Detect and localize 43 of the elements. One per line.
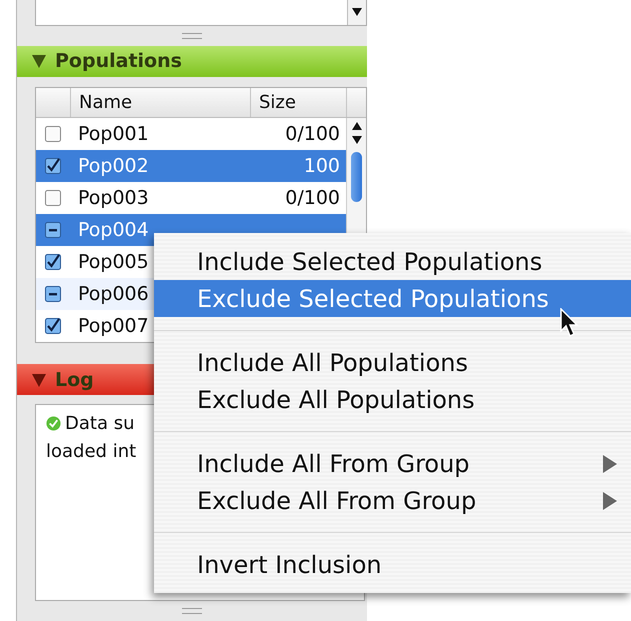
checkbox[interactable] bbox=[45, 318, 61, 334]
name-cell: Pop002 bbox=[78, 154, 149, 177]
menu-item[interactable]: Exclude All Populations bbox=[154, 381, 631, 418]
mouse-pointer-icon bbox=[560, 308, 580, 338]
scroll-down-button[interactable] bbox=[347, 0, 366, 25]
checkbox[interactable] bbox=[45, 254, 61, 270]
section-header[interactable]: Populations bbox=[17, 46, 367, 77]
log-message: loaded int bbox=[46, 440, 136, 462]
checkbox[interactable] bbox=[45, 126, 61, 142]
log-message: Data su bbox=[65, 412, 134, 434]
checkbox[interactable] bbox=[45, 158, 61, 174]
name-cell: Pop003 bbox=[78, 186, 149, 209]
column-header[interactable]: Size bbox=[250, 88, 346, 117]
menu-item[interactable]: Include All Populations bbox=[154, 344, 631, 381]
checkbox[interactable] bbox=[45, 190, 61, 206]
menu-item[interactable]: Exclude Selected Populations bbox=[154, 280, 631, 317]
table-row[interactable]: Pop002 100 bbox=[36, 150, 346, 182]
menu-item[interactable]: Exclude All From Group bbox=[154, 482, 631, 519]
menu-item[interactable]: Invert Inclusion bbox=[154, 546, 631, 583]
name-cell: Pop004 bbox=[78, 218, 149, 241]
size-cell-text: 100 bbox=[302, 154, 341, 177]
name-cell: Pop006 bbox=[78, 282, 149, 305]
size-cell-text: 0/100 bbox=[284, 186, 341, 209]
checkbox[interactable] bbox=[45, 222, 61, 238]
down-arrow-icon bbox=[352, 8, 362, 16]
name-cell: Pop001 bbox=[78, 122, 149, 145]
name-cell: Pop005 bbox=[78, 250, 149, 273]
name-cell: Pop007 bbox=[78, 314, 149, 337]
menu-item[interactable]: Include All From Group bbox=[154, 445, 631, 482]
splitter-handle[interactable] bbox=[182, 32, 202, 39]
expanded-triangle-icon[interactable] bbox=[31, 372, 47, 388]
column-header[interactable]: Name bbox=[70, 88, 250, 117]
scroll-up-icon[interactable] bbox=[352, 122, 362, 130]
scroll-thumb[interactable] bbox=[351, 152, 362, 202]
checkbox[interactable] bbox=[45, 286, 61, 302]
section-title: Populations bbox=[55, 50, 182, 72]
splitter-handle[interactable] bbox=[182, 608, 202, 614]
check-circle-icon bbox=[46, 416, 61, 431]
menu-item[interactable]: Include Selected Populations bbox=[154, 243, 631, 280]
section-title: Log bbox=[55, 368, 94, 391]
size-cell-text: 0/100 bbox=[284, 122, 341, 145]
scroll-down-icon[interactable] bbox=[352, 136, 362, 144]
expanded-triangle-icon[interactable] bbox=[31, 53, 47, 70]
